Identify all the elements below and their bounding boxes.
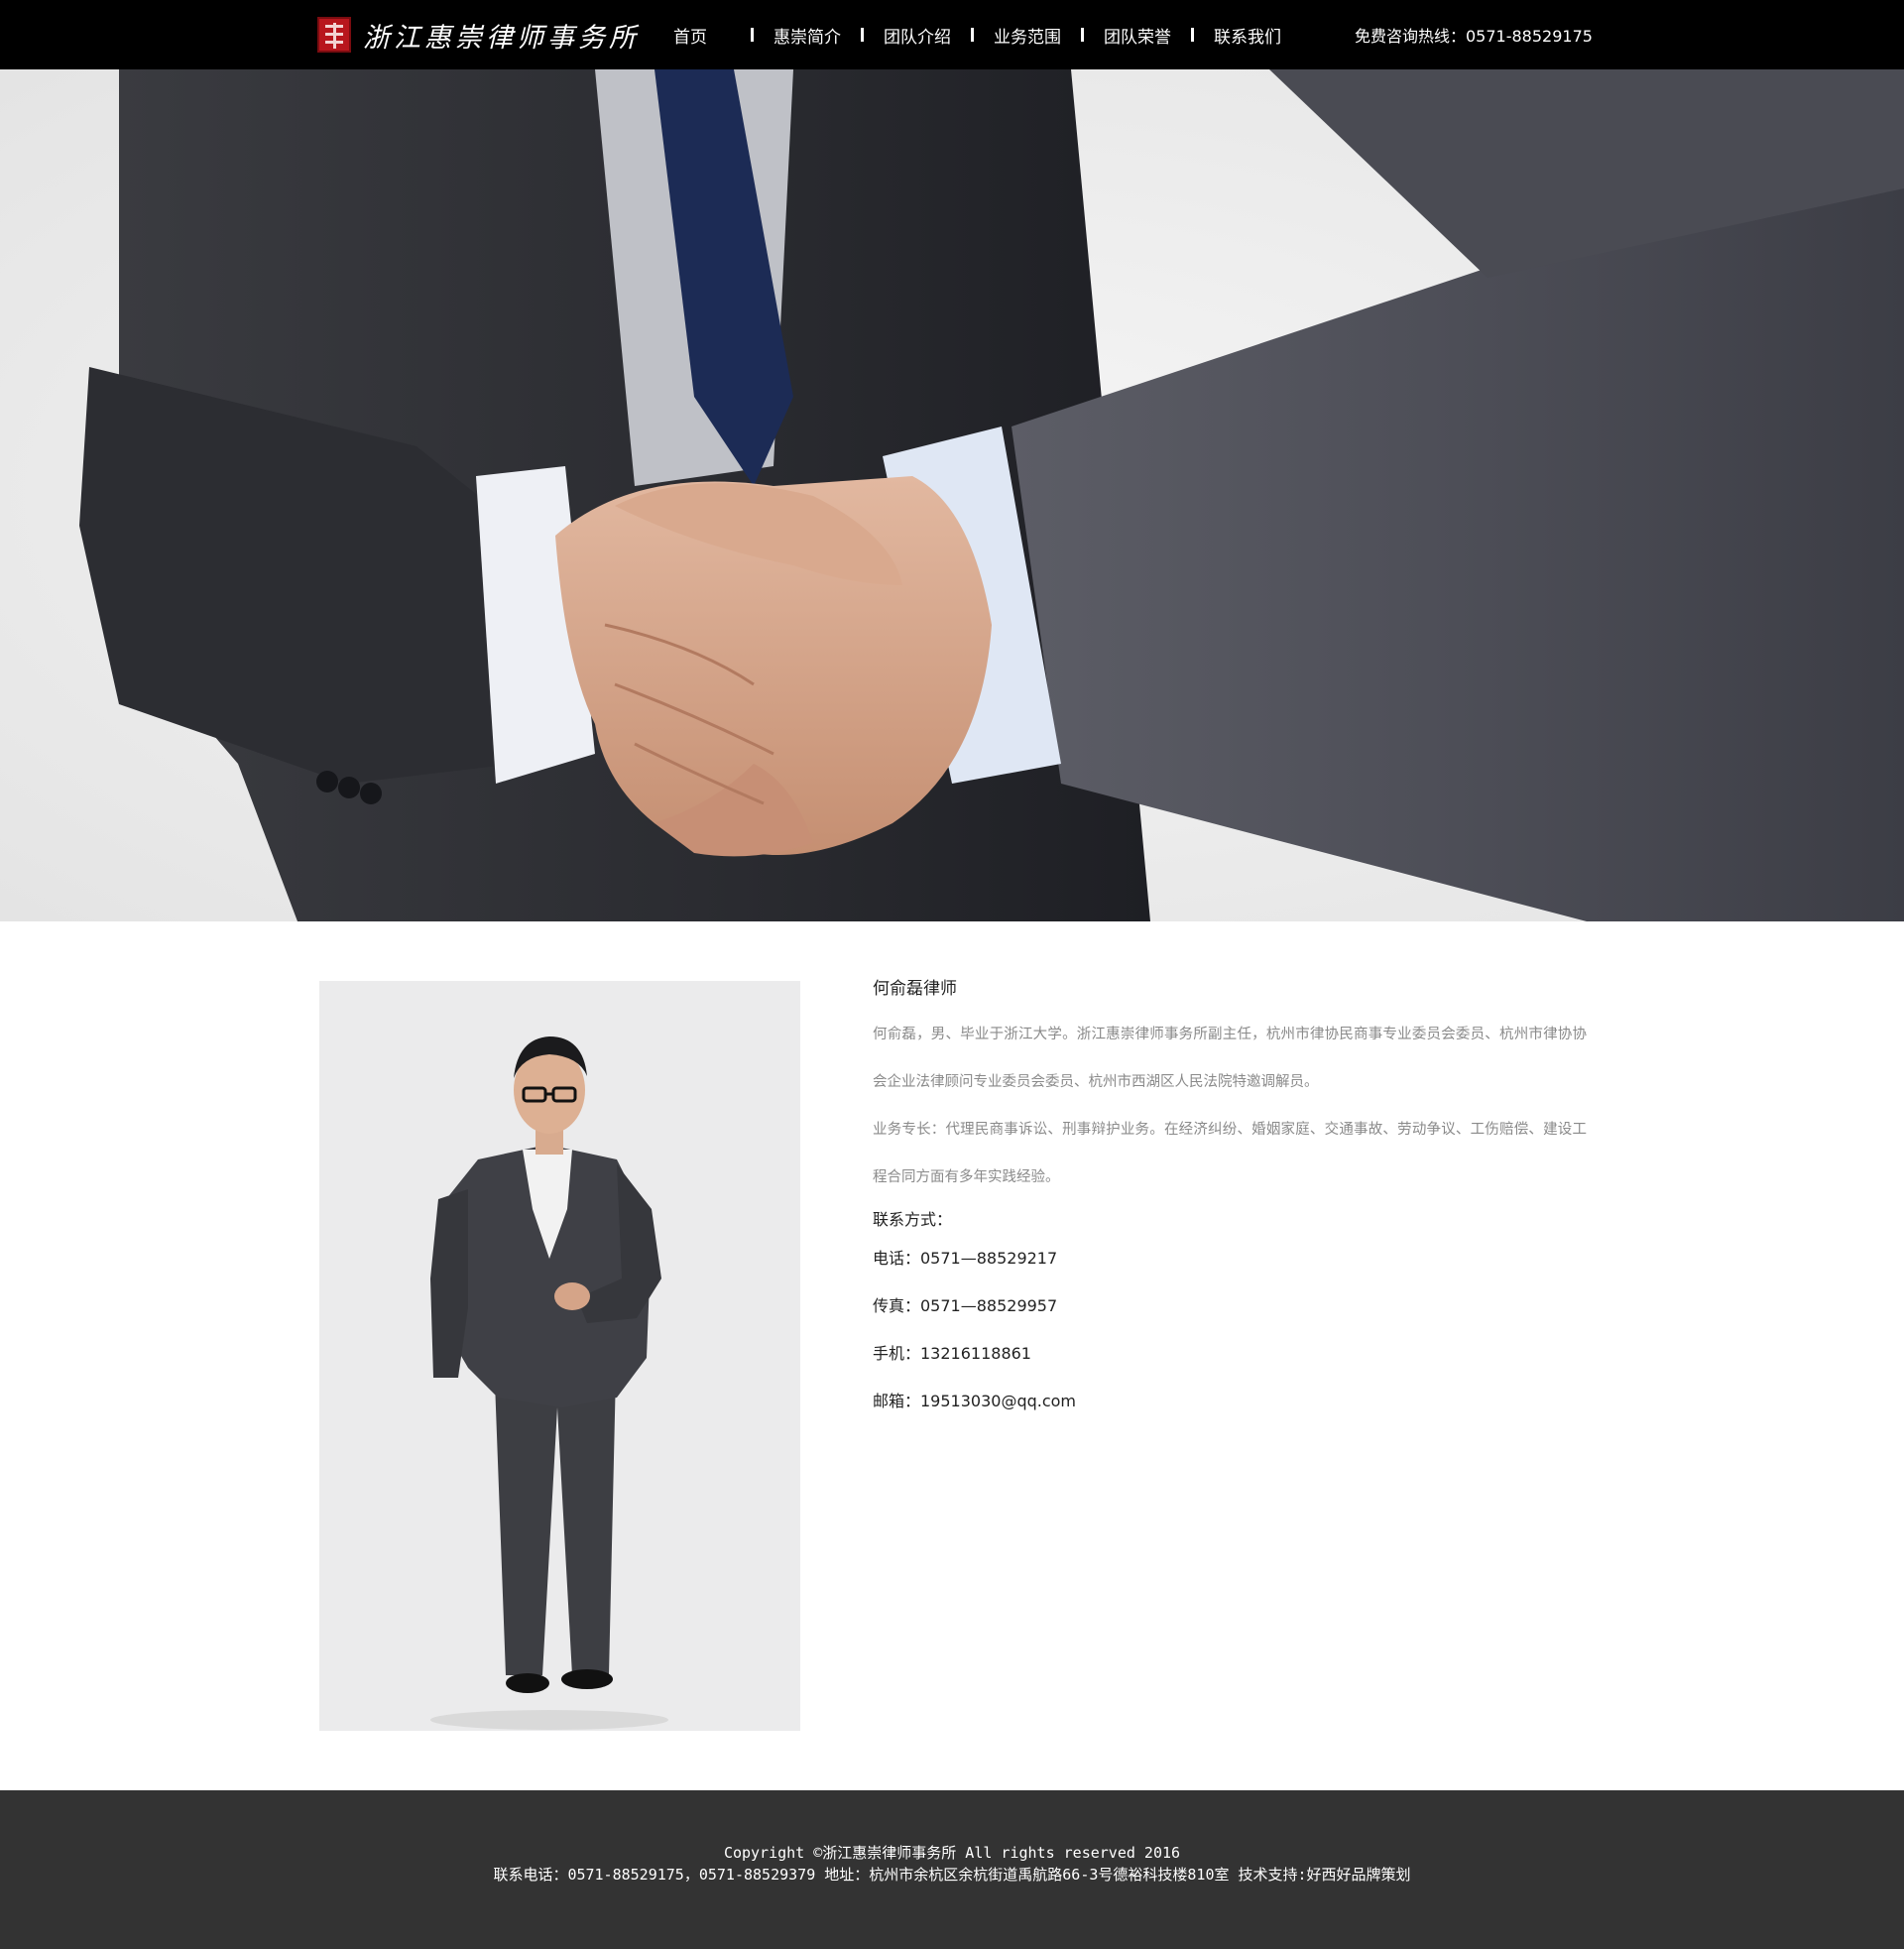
main-nav: 首页 惠崇简介 团队介绍 业务范围 团队荣誉 联系我们 (650, 0, 1301, 69)
nav-item-honors[interactable]: 团队荣誉 (1084, 23, 1191, 48)
lawyer-portrait-photo (319, 981, 800, 1731)
nav-item-home[interactable]: 首页 (650, 23, 731, 48)
logo-text: 浙江惠崇律师事务所 (363, 22, 640, 54)
site-logo[interactable]: 浙江惠崇律师事务所 (317, 16, 640, 54)
footer-contact-info: 联系电话：0571-88529175，0571-88529379 地址：杭州市余… (493, 1866, 1411, 1884)
hotline-text: 免费咨询热线：0571-88529175 (1355, 27, 1593, 46)
seal-logo-icon (317, 17, 351, 53)
contact-fax: 传真：0571—88529957 (873, 1296, 1058, 1315)
lawyer-bio: 何俞磊，男、毕业于浙江大学。浙江惠崇律师事务所副主任，杭州市律协民商事专业委员会… (873, 1027, 1587, 1090)
handshake-illustration (0, 69, 1904, 921)
lawyer-expertise: 业务专长：代理民商事诉讼、刑事辩护业务。在经济纠纷、婚姻家庭、交通事故、劳动争议… (873, 1122, 1587, 1185)
contact-mobile: 手机：13216118861 (873, 1344, 1031, 1363)
nav-item-about[interactable]: 惠崇简介 (754, 23, 861, 48)
page-footer: Copyright ©浙江惠崇律师事务所 All rights reserved… (0, 1790, 1904, 1949)
nav-item-services[interactable]: 业务范围 (974, 23, 1081, 48)
lawyer-profile: 何俞磊律师 何俞磊，男、毕业于浙江大学。浙江惠崇律师事务所副主任，杭州市律协民商… (873, 977, 1587, 1425)
contact-phone: 电话：0571—88529217 (873, 1249, 1058, 1268)
contact-title: 联系方式： (873, 1210, 953, 1229)
lawyer-name: 何俞磊律师 (873, 979, 957, 999)
top-navbar: 浙江惠崇律师事务所 首页 惠崇简介 团队介绍 业务范围 团队荣誉 联系我们 免费… (0, 0, 1904, 69)
nav-item-team[interactable]: 团队介绍 (864, 23, 971, 48)
contact-email[interactable]: 邮箱：19513030@qq.com (873, 1378, 1587, 1425)
hero-banner-handshake-image (0, 69, 1904, 921)
footer-copyright: Copyright ©浙江惠崇律师事务所 All rights reserved… (723, 1844, 1181, 1862)
nav-item-contact[interactable]: 联系我们 (1194, 23, 1301, 48)
portrait-illustration (319, 981, 800, 1731)
